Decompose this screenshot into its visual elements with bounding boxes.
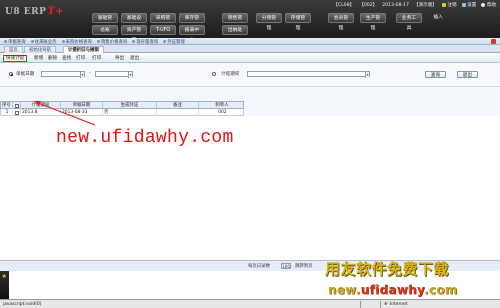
- records-per-page-label: 每页记录数: [248, 264, 270, 269]
- records-per-page-input[interactable]: 100: [281, 263, 291, 269]
- left-strip: ★: [0, 271, 9, 299]
- status-divider: [360, 301, 361, 308]
- browser-status-bar: javascript:void(0) ⊕ Internet: [0, 299, 500, 308]
- goto-page-label: 跳转到页: [295, 264, 313, 269]
- status-text: javascript:void(0): [3, 301, 42, 307]
- watermark-url-bottom: new.ufidawhy.com: [328, 283, 458, 297]
- star-icon: ★: [1, 273, 7, 280]
- watermark-url: new.ufidawhy.com: [56, 128, 234, 148]
- zone-text: Internet: [390, 301, 408, 307]
- zone-icon: ⊕: [384, 301, 388, 307]
- status-divider: [380, 301, 381, 308]
- watermark-title: 用友软件免费下载: [325, 260, 450, 278]
